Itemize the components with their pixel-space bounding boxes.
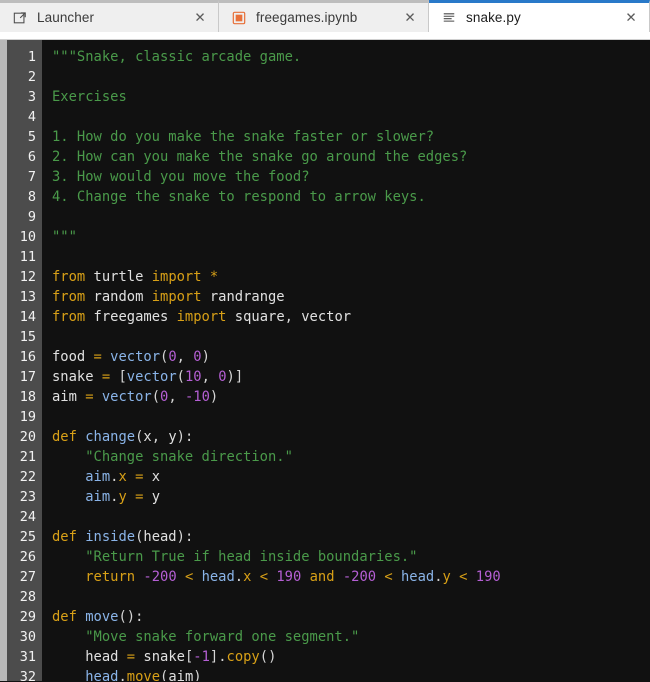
tab-bar-underline [0, 32, 650, 40]
tab-snake-py[interactable]: snake.py ✕ [429, 0, 650, 32]
line-number: 7 [27, 169, 36, 185]
line-number: 4 [27, 109, 36, 125]
line-number: 11 [19, 249, 36, 265]
code-line: food = vector(0, 0) [52, 349, 210, 365]
line-number: 10 [19, 229, 36, 245]
line-number: 24 [19, 509, 36, 525]
notebook-icon [231, 10, 247, 26]
line-number: 9 [27, 209, 36, 225]
line-number: 30 [19, 629, 36, 645]
code-area[interactable]: """Snake, classic arcade game. Exercises 1… [42, 40, 650, 681]
tab-label: snake.py [466, 10, 521, 25]
line-number: 29 [19, 609, 36, 625]
code-line: "Move snake forward one segment." [85, 629, 360, 645]
line-number: 14 [19, 309, 36, 325]
line-number-gutter: 1 2 3 4 5 6 7 8 9 10 11 12 13 14 15 16 17 18 19 20 21 22 23 24 2… [7, 40, 42, 681]
code-line: 2. How can you make the snake go around … [52, 149, 468, 165]
line-number: 6 [27, 149, 36, 165]
line-number: 15 [19, 329, 36, 345]
tab-launcher[interactable]: Launcher ✕ [0, 0, 219, 32]
line-number: 5 [27, 129, 36, 145]
line-number: 12 [19, 269, 36, 285]
code-line: 4. Change the snake to respond to arrow … [52, 189, 426, 205]
code-line: aim = vector(0, -10) [52, 389, 219, 405]
text-file-icon [441, 10, 457, 26]
line-number: 2 [27, 69, 36, 85]
code-line: "Return True if head inside boundaries." [85, 549, 418, 565]
tab-label: freegames.ipynb [256, 10, 358, 25]
code-line: 3. How would you move the food? [52, 169, 310, 185]
close-icon[interactable]: ✕ [402, 10, 418, 26]
line-number: 16 [19, 349, 36, 365]
line-number: 31 [19, 649, 36, 665]
line-number: 23 [19, 489, 36, 505]
line-number: 28 [19, 589, 36, 605]
code-line: aim.y = y [85, 489, 161, 505]
line-number: 27 [19, 569, 36, 585]
code-line: from turtle import * [52, 269, 219, 285]
line-number: 1 [27, 49, 36, 65]
line-number: 13 [19, 289, 36, 305]
line-number: 19 [19, 409, 36, 425]
code-line: def change(x, y): [52, 429, 194, 445]
code-line: """ [52, 229, 77, 245]
code-line: snake = [vector(10, 0)] [52, 369, 244, 385]
code-editor[interactable]: 1 2 3 4 5 6 7 8 9 10 11 12 13 14 15 16 17 18 19 20 21 22 23 24 2… [0, 40, 650, 681]
line-number: 18 [19, 389, 36, 405]
code-line: def inside(head): [52, 529, 194, 545]
code-line: return -200 < head.x < 190 and -200 < he… [85, 569, 501, 585]
line-number: 21 [19, 449, 36, 465]
code-line: head = snake[-1].copy() [85, 649, 277, 665]
code-line: "Change snake direction." [85, 449, 293, 465]
code-line: from random import randrange [52, 289, 285, 305]
code-line: 1. How do you make the snake faster or s… [52, 129, 435, 145]
close-icon[interactable]: ✕ [192, 10, 208, 26]
code-line: Exercises [52, 89, 127, 105]
code-line: aim.x = x [85, 469, 161, 485]
tab-freegames-ipynb[interactable]: freegames.ipynb ✕ [219, 0, 429, 32]
code-line: """Snake, classic arcade game. [52, 49, 302, 65]
code-line: def move(): [52, 609, 144, 625]
line-number: 26 [19, 549, 36, 565]
line-number: 17 [19, 369, 36, 385]
line-number: 8 [27, 189, 36, 205]
code-line: head.move(aim) [85, 669, 202, 681]
editor-window: Launcher ✕ freegames.ipynb ✕ snake.py ✕ [0, 0, 650, 682]
tab-bar: Launcher ✕ freegames.ipynb ✕ snake.py ✕ [0, 0, 650, 32]
editor-left-stripe [0, 40, 7, 681]
line-number: 20 [19, 429, 36, 445]
line-number: 22 [19, 469, 36, 485]
line-number: 25 [19, 529, 36, 545]
tab-label: Launcher [37, 10, 95, 25]
code-line: from freegames import square, vector [52, 309, 352, 325]
line-number: 3 [27, 89, 36, 105]
launcher-icon [12, 10, 28, 26]
line-number: 32 [19, 669, 36, 681]
close-icon[interactable]: ✕ [623, 10, 639, 26]
